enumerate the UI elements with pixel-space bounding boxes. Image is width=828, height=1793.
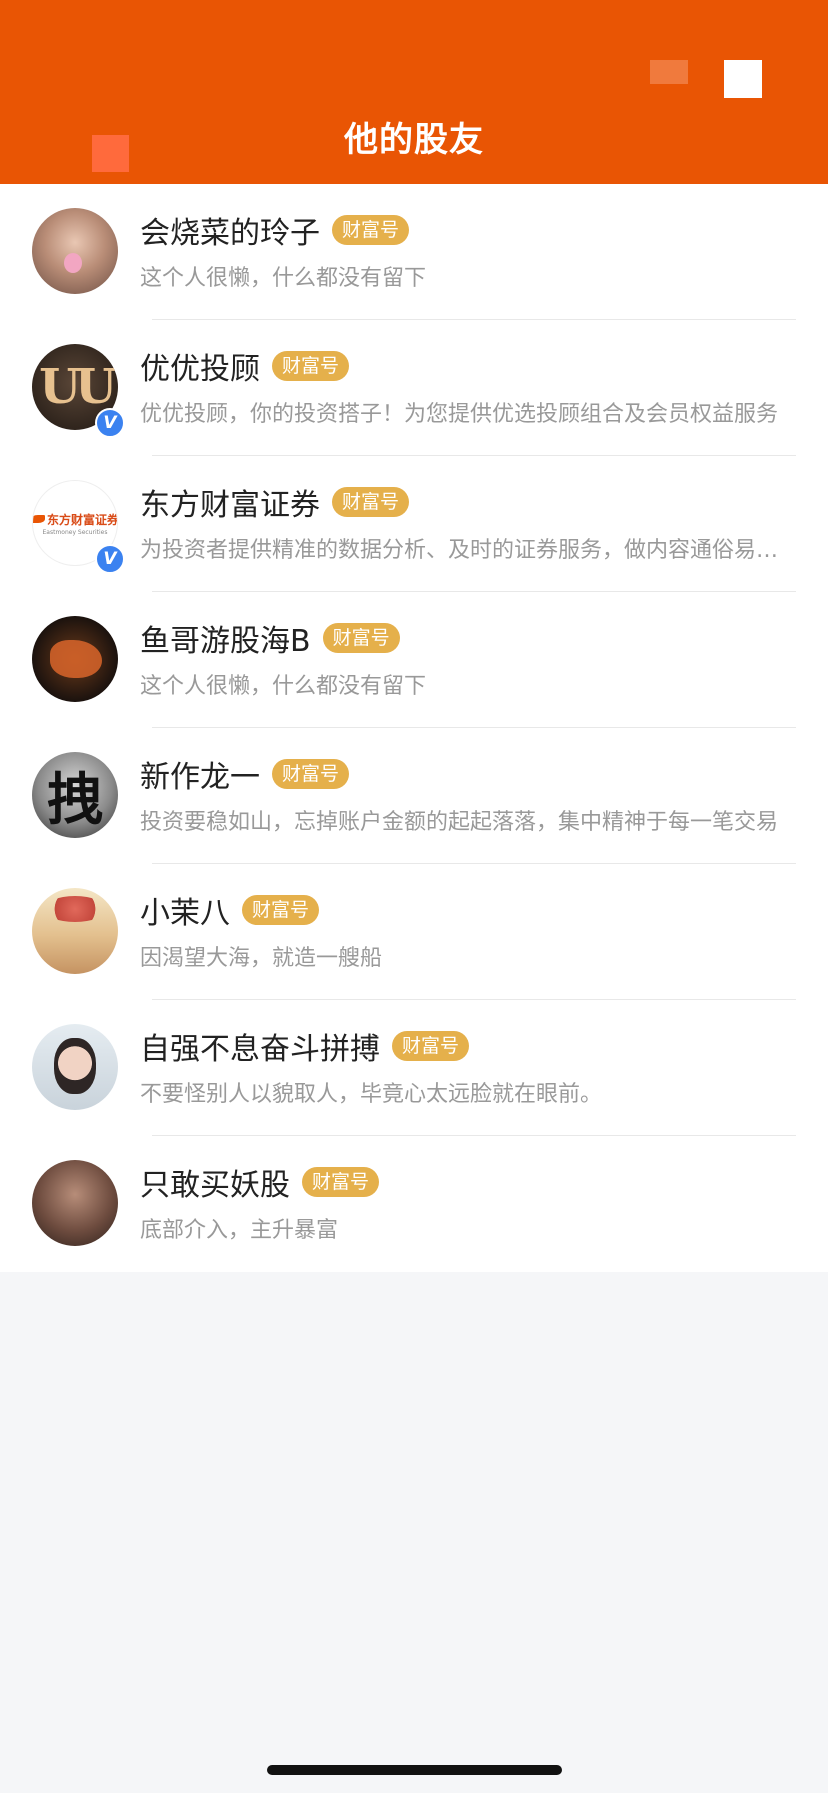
avatar-glyph: 拽 <box>47 766 103 833</box>
friend-row[interactable]: 会烧菜的玲子 财富号 这个人很懒，什么都没有留下 <box>0 184 828 320</box>
fortune-badge: 财富号 <box>332 215 410 245</box>
brand-mark-icon <box>33 515 45 523</box>
friend-row[interactable]: 拽 新作龙一 财富号 投资要稳如山，忘掉账户金额的起起落落，集中精神于每一笔交易 <box>0 728 828 864</box>
more-icon[interactable] <box>724 60 762 98</box>
friend-name: 鱼哥游股海B <box>140 624 311 659</box>
avatar[interactable] <box>32 208 118 294</box>
avatar[interactable]: 拽 <box>32 752 118 838</box>
friend-row[interactable]: 只敢买妖股 财富号 底部介入，主升暴富 <box>0 1136 828 1272</box>
page-title: 他的股友 <box>344 120 484 160</box>
verified-icon: V <box>95 408 125 438</box>
friend-name: 自强不息奋斗拼搏 <box>140 1032 380 1067</box>
fortune-badge: 财富号 <box>322 623 400 653</box>
header-bar: 他的股友 <box>0 0 828 184</box>
friend-row[interactable]: UU V 优优投顾 财富号 优优投顾，你的投资搭子！为您提供优选投顾组合及会员权… <box>0 320 828 456</box>
friend-description: 投资要稳如山，忘掉账户金额的起起落落，集中精神于每一笔交易 <box>140 810 779 835</box>
avatar[interactable] <box>32 1160 118 1246</box>
friend-row[interactable]: 鱼哥游股海B 财富号 这个人很懒，什么都没有留下 <box>0 592 828 728</box>
avatar-logo-text: UU <box>39 359 117 415</box>
friend-description: 因渴望大海，就造一艘船 <box>140 946 383 971</box>
friend-row[interactable]: 东方财富证券 Eastmoney Securities V 东方财富证券 财富号… <box>0 456 828 592</box>
friend-row[interactable]: 自强不息奋斗拼搏 财富号 不要怪别人以貌取人，毕竟心太远脸就在眼前。 <box>0 1000 828 1136</box>
fortune-badge: 财富号 <box>332 487 410 517</box>
avatar[interactable] <box>32 1024 118 1110</box>
share-icon[interactable] <box>650 60 688 84</box>
friend-name: 东方财富证券 <box>140 488 320 523</box>
friend-name: 新作龙一 <box>140 760 260 795</box>
friend-description: 底部介入，主升暴富 <box>140 1218 339 1243</box>
friend-name: 会烧菜的玲子 <box>140 216 320 251</box>
friend-description: 为投资者提供精准的数据分析、及时的证券服务，做内容通俗易懂的财经号 <box>140 538 788 563</box>
friend-description: 不要怪别人以貌取人，毕竟心太远脸就在眼前。 <box>140 1082 603 1107</box>
avatar-logo-text: 东方财富证券 <box>47 512 118 527</box>
friend-description: 这个人很懒，什么都没有留下 <box>140 266 427 291</box>
friend-name: 优优投顾 <box>140 352 260 387</box>
fortune-badge: 财富号 <box>272 351 350 381</box>
friend-name: 只敢买妖股 <box>140 1168 290 1203</box>
home-indicator[interactable] <box>267 1765 562 1775</box>
friend-list: 会烧菜的玲子 财富号 这个人很懒，什么都没有留下 UU V 优优投顾 财富号 优… <box>0 184 828 1272</box>
friend-description: 优优投顾，你的投资搭子！为您提供优选投顾组合及会员权益服务 <box>140 402 779 427</box>
avatar-logo-subtext: Eastmoney Securities <box>42 528 108 536</box>
fortune-badge: 财富号 <box>392 1031 470 1061</box>
fortune-badge: 财富号 <box>302 1167 380 1197</box>
avatar[interactable] <box>32 888 118 974</box>
fortune-badge: 财富号 <box>242 895 320 925</box>
friend-row[interactable]: 小茉八 财富号 因渴望大海，就造一艘船 <box>0 864 828 1000</box>
avatar[interactable] <box>32 616 118 702</box>
friend-name: 小茉八 <box>140 896 230 931</box>
verified-icon: V <box>95 544 125 574</box>
fortune-badge: 财富号 <box>272 759 350 789</box>
friend-description: 这个人很懒，什么都没有留下 <box>140 674 427 699</box>
